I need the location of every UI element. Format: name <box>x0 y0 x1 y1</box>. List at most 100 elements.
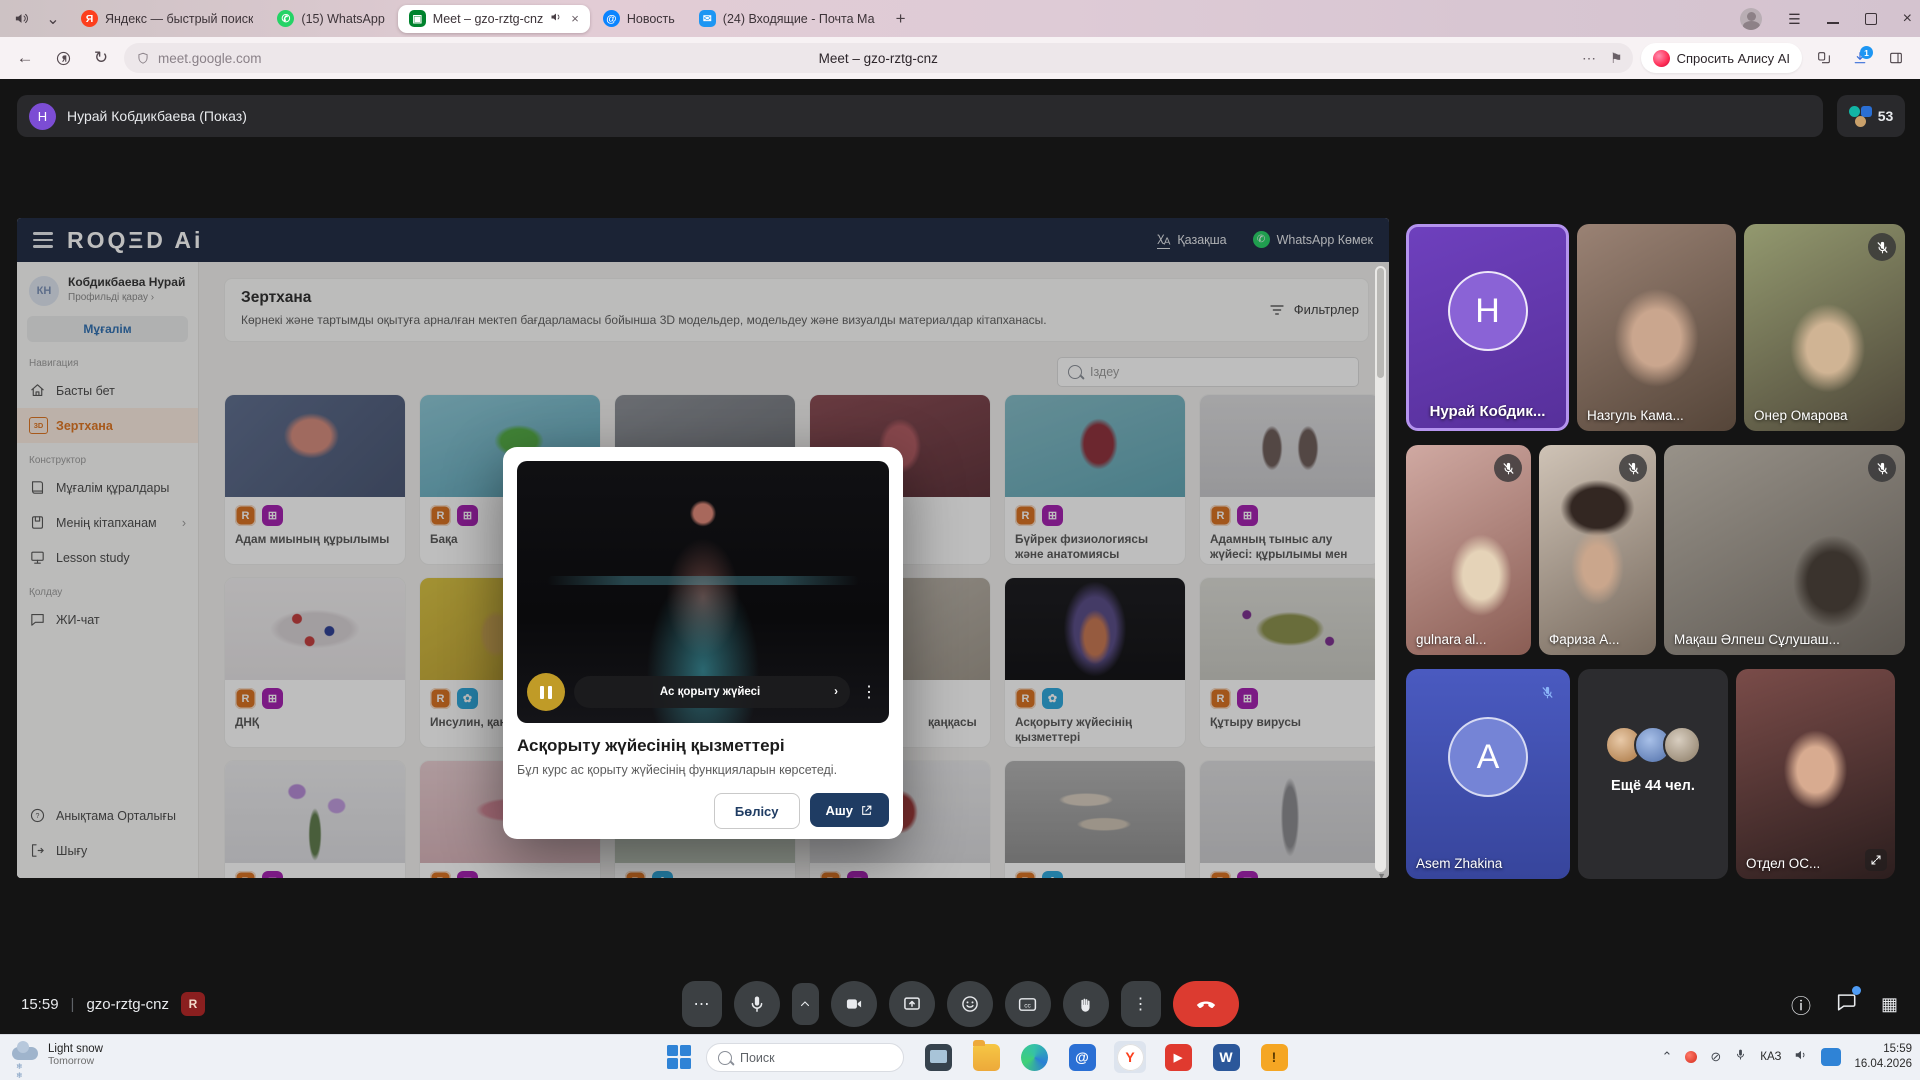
muted-mic-icon <box>1868 454 1896 482</box>
expand-tile-icon[interactable] <box>1865 849 1887 871</box>
presenter-banner: Н Нурай Кобдикбаева (Показ) <box>17 95 1823 137</box>
page-scrollbar[interactable] <box>1375 266 1386 872</box>
weather-widget[interactable]: ❄ ❄ Light snow Tomorrow <box>10 1040 103 1070</box>
taskbar-app-media-app-icon[interactable]: ▶ <box>1162 1041 1194 1073</box>
participant-tile[interactable]: Фариза А... <box>1539 445 1656 655</box>
more-controls-button[interactable]: ⋮ <box>1121 981 1161 1027</box>
tray-expand-chevron[interactable]: ⌃ <box>1661 1049 1672 1065</box>
browser-menu-icon[interactable]: ☰ <box>1788 12 1801 26</box>
participant-name: Нурай Кобдик... <box>1409 403 1566 420</box>
muted-mic-icon <box>1533 678 1561 706</box>
share-button[interactable]: Бөлісу <box>714 793 800 829</box>
audio-settings-chevron[interactable] <box>792 983 819 1025</box>
weather-line1: Light snow <box>48 1043 103 1055</box>
leave-call-button[interactable] <box>1173 981 1239 1027</box>
browser-toolbar: ← ↻ meet.google.com Meet – gzo-rztg-cnz … <box>0 37 1920 80</box>
browser-tab-4[interactable]: @Новость <box>592 5 686 33</box>
taskbar-app-yandex-browser-icon[interactable]: Y <box>1114 1041 1146 1073</box>
new-tab-button[interactable]: + <box>888 6 914 32</box>
tab-audio-mute-icon[interactable] <box>6 6 36 32</box>
side-panel-icon[interactable] <box>1882 44 1910 72</box>
taskbar-app-file-explorer-icon[interactable] <box>970 1041 1002 1073</box>
collections-icon[interactable] <box>1810 44 1838 72</box>
modal-title: Асқорыту жүйесінің қызметтері <box>517 736 889 756</box>
pause-button[interactable] <box>527 673 565 711</box>
participant-count-pill[interactable]: 53 <box>1837 95 1905 137</box>
captions-button[interactable]: cc <box>1005 981 1051 1027</box>
participant-tile[interactable]: A Asem Zhakina <box>1406 669 1570 879</box>
reactions-button[interactable] <box>947 981 993 1027</box>
raise-hand-button[interactable] <box>1063 981 1109 1027</box>
yandex-home-button[interactable] <box>48 43 78 73</box>
tray-chat-icon[interactable] <box>1821 1048 1841 1066</box>
course-video-preview[interactable]: Ас қорыту жүйесі › ⋮ <box>517 461 889 723</box>
participant-avatar: A <box>1448 717 1528 797</box>
screen: ⌄ ЯЯндекс — быстрый поиск✆(15) WhatsApp▣… <box>0 0 1920 1080</box>
language-indicator[interactable]: КАЗ <box>1760 1051 1781 1063</box>
meeting-info-icon[interactable]: ⓘ <box>1791 990 1811 1019</box>
weather-icon: ❄ ❄ <box>10 1040 40 1070</box>
participant-tile[interactable]: Отдел ОС... <box>1736 669 1895 879</box>
tab-list-chevron-icon[interactable]: ⌄ <box>38 6 68 32</box>
window-minimize-button[interactable] <box>1827 22 1839 24</box>
windows-taskbar: ❄ ❄ Light snow Tomorrow Поиск @Y▶W! ⌃ ⊘ … <box>0 1034 1920 1080</box>
tray-mic-icon[interactable] <box>1734 1048 1747 1066</box>
camera-button[interactable] <box>831 981 877 1027</box>
participant-name: Назгуль Кама... <box>1587 408 1684 423</box>
downloads-icon[interactable]: 1 <box>1846 44 1874 72</box>
tab-title: Новость <box>627 12 675 26</box>
back-button[interactable]: ← <box>10 43 40 73</box>
taskbar-app-alert-app-icon[interactable]: ! <box>1258 1041 1290 1073</box>
browser-tab-1[interactable]: ЯЯндекс — быстрый поиск <box>70 5 264 33</box>
participant-tile[interactable]: Онер Омарова <box>1744 224 1905 431</box>
participant-tile[interactable]: Ещё 44 чел. <box>1578 669 1728 879</box>
start-button[interactable] <box>666 1044 692 1070</box>
taskbar-search-icon <box>718 1051 732 1065</box>
present-screen-button[interactable] <box>889 981 935 1027</box>
participant-avatars-cluster <box>1849 105 1873 127</box>
browser-profile-avatar[interactable] <box>1740 8 1762 30</box>
browser-tab-3[interactable]: ▣Meet – gzo-rztg-cnz× <box>398 5 590 33</box>
window-controls: ☰ × <box>1740 0 1912 37</box>
volume-icon[interactable] <box>1794 1048 1808 1067</box>
scroll-down-arrow[interactable]: ▼ <box>1377 871 1386 878</box>
layout-grid-icon[interactable]: ▦ <box>1881 994 1898 1015</box>
shared-tab-favicon: R <box>181 992 205 1016</box>
address-bar[interactable]: meet.google.com Meet – gzo-rztg-cnz ⋯ ⚑ <box>124 43 1633 73</box>
tab-title: Яндекс — быстрый поиск <box>105 12 253 26</box>
video-chapter-pill[interactable]: Ас қорыту жүйесі › <box>574 676 850 708</box>
chat-button[interactable] <box>1835 991 1857 1018</box>
taskbar-app-mail-app-icon[interactable]: @ <box>1066 1041 1098 1073</box>
participant-avatar: H <box>1448 271 1528 351</box>
taskbar-search[interactable]: Поиск <box>706 1043 904 1072</box>
envelope-favicon: ✉ <box>699 10 716 27</box>
participant-tile[interactable]: Мақаш Әлпеш Сұлушаш... <box>1664 445 1905 655</box>
video-more-icon[interactable]: ⋮ <box>859 682 879 702</box>
reload-button[interactable]: ↻ <box>86 43 116 73</box>
participant-name: Мақаш Әлпеш Сұлушаш... <box>1674 632 1840 647</box>
open-button[interactable]: Ашу <box>810 793 889 827</box>
window-restore-button[interactable] <box>1865 13 1877 25</box>
bookmark-icon[interactable]: ⚑ <box>1610 50 1623 67</box>
alice-ai-button[interactable]: Спросить Алису AI <box>1641 43 1802 73</box>
browser-tab-2[interactable]: ✆(15) WhatsApp <box>266 5 395 33</box>
participant-tile[interactable]: Назгуль Кама... <box>1577 224 1736 431</box>
participant-name: Asem Zhakina <box>1416 856 1502 871</box>
more-options-button[interactable]: ⋯ <box>682 981 722 1027</box>
window-close-button[interactable]: × <box>1903 11 1912 27</box>
muted-mic-icon <box>1868 233 1896 261</box>
meet-stage: Н Нурай Кобдикбаева (Показ) 53 ROQΞD Ai … <box>0 79 1920 1080</box>
participant-name: Онер Омарова <box>1754 408 1848 423</box>
taskbar-app-word-app-icon[interactable]: W <box>1210 1041 1242 1073</box>
participant-tile[interactable]: gulnara al... <box>1406 445 1531 655</box>
tray-app-icon[interactable] <box>1685 1051 1697 1063</box>
privacy-blocked-icon[interactable]: ⊘ <box>1710 1049 1721 1065</box>
omnibox-more-icon[interactable]: ⋯ <box>1582 50 1596 67</box>
browser-tab-5[interactable]: ✉(24) Входящие - Почта Ма <box>688 5 886 33</box>
taskbar-app-edge-browser-icon[interactable] <box>1018 1041 1050 1073</box>
tab-close-icon[interactable]: × <box>571 11 579 26</box>
participant-tile[interactable]: H Нурай Кобдик... <box>1406 224 1569 431</box>
microphone-button[interactable] <box>734 981 780 1027</box>
taskbar-clock[interactable]: 15:59 16.04.2026 <box>1854 1042 1912 1072</box>
taskbar-app-task-view-icon[interactable] <box>922 1041 954 1073</box>
